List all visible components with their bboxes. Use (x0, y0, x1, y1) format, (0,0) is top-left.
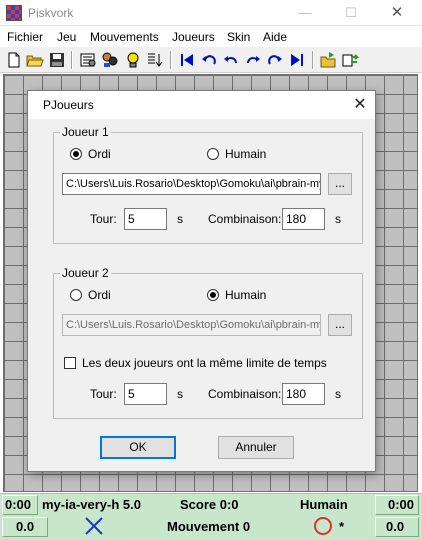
player2-group: Joueur 2 Ordi Humain C:\Users\Luis.Rosar… (53, 266, 363, 419)
player2-human-radio[interactable] (207, 289, 219, 301)
toolbar-separator (71, 51, 73, 69)
status-panel: 0:00 my-ia-very-h 5.0 Score 0:0 Humain 0… (0, 493, 422, 540)
first-move-icon[interactable] (178, 51, 196, 69)
left-time: 0:00 (5, 497, 32, 512)
maximize-button[interactable]: ☐ (328, 0, 374, 26)
app-icon (6, 5, 22, 21)
redo-all-icon[interactable] (266, 51, 284, 69)
new-file-icon[interactable] (5, 51, 23, 69)
player1-combination-unit: s (335, 212, 341, 226)
player2-browse-button[interactable]: ... (328, 314, 352, 336)
player2-combination-input[interactable]: 180 (282, 383, 325, 405)
left-value: 0.0 (16, 519, 35, 534)
menu-bar: Fichier Jeu Mouvements Joueurs Skin Aide (0, 27, 422, 46)
player1-combination-label: Combinaison: (208, 212, 282, 226)
same-time-limit-checkbox[interactable] (64, 357, 76, 369)
players-icon[interactable] (101, 51, 119, 69)
import-arrow-icon[interactable] (320, 51, 338, 69)
player2-computer-label[interactable]: Ordi (88, 288, 111, 302)
bulb-hint-icon[interactable] (124, 51, 142, 69)
player2-turn-label: Tour: (90, 387, 117, 401)
player1-turn-label: Tour: (90, 212, 117, 226)
player1-computer-label[interactable]: Ordi (88, 147, 111, 161)
redo-icon[interactable] (244, 51, 262, 69)
circle-icon (314, 517, 332, 535)
close-window-button[interactable]: ✕ (374, 0, 420, 26)
player1-group: Joueur 1 Ordi Humain C:\Users\Luis.Rosar… (53, 125, 363, 244)
players-dialog: PJoueurs ✕ Joueur 1 Ordi Humain C:\Users… (27, 90, 376, 472)
title-bar: Piskvork — ☐ ✕ (0, 0, 422, 26)
player2-group-label: Joueur 2 (60, 266, 111, 280)
toolbar (0, 47, 422, 73)
dialog-close-button[interactable]: ✕ (349, 95, 371, 115)
player1-combination-input[interactable]: 180 (282, 208, 325, 230)
export-arrow-icon[interactable] (342, 51, 360, 69)
player2-computer-radio[interactable] (70, 289, 82, 301)
player1-browse-button[interactable]: ... (328, 173, 352, 195)
toolbar-separator (312, 51, 314, 69)
undo-all-icon[interactable] (200, 51, 218, 69)
sort-down-icon[interactable] (146, 51, 164, 69)
player2-turn-input[interactable]: 5 (124, 383, 167, 405)
ai-name: my-ia-very-h 5.0 (42, 497, 141, 512)
same-time-limit-label[interactable]: Les deux joueurs ont la même limite de t… (82, 356, 327, 370)
settings-icon[interactable] (79, 51, 97, 69)
cancel-button[interactable]: Annuler (218, 436, 294, 459)
menu-joueurs[interactable]: Joueurs (172, 30, 215, 44)
menu-jeu[interactable]: Jeu (57, 30, 76, 44)
player2-combination-unit: s (335, 387, 341, 401)
menu-mouvements[interactable]: Mouvements (90, 30, 159, 44)
menu-aide[interactable]: Aide (263, 30, 287, 44)
player1-human-radio[interactable] (207, 148, 219, 160)
window-title: Piskvork (28, 6, 74, 20)
right-time: 0:00 (388, 497, 415, 512)
player2-combination-label: Combinaison: (208, 387, 282, 401)
player2-path-input: C:\Users\Luis.Rosario\Desktop\Gomoku\ai\… (62, 314, 321, 336)
menu-skin[interactable]: Skin (227, 30, 250, 44)
current-turn-marker: * (339, 519, 345, 534)
player1-computer-radio[interactable] (70, 148, 82, 160)
save-icon[interactable] (48, 51, 66, 69)
player1-human-label[interactable]: Humain (225, 147, 266, 161)
player2-human-label[interactable]: Humain (225, 288, 266, 302)
last-move-icon[interactable] (288, 51, 306, 69)
player1-path-input[interactable]: C:\Users\Luis.Rosario\Desktop\Gomoku\ai\… (62, 173, 321, 195)
right-value: 0.0 (386, 519, 405, 534)
move-counter: Mouvement 0 (167, 519, 251, 534)
ok-button[interactable]: OK (100, 436, 176, 459)
open-folder-icon[interactable] (26, 51, 44, 69)
toolbar-separator (170, 51, 172, 69)
minimize-button[interactable]: — (282, 0, 328, 26)
dialog-title: PJoueurs (43, 98, 94, 112)
right-player-name: Humain (300, 497, 348, 512)
menu-fichier[interactable]: Fichier (7, 30, 43, 44)
player2-turn-unit: s (177, 387, 183, 401)
player1-turn-unit: s (177, 212, 183, 226)
player1-turn-input[interactable]: 5 (124, 208, 167, 230)
score: Score 0:0 (180, 497, 239, 512)
cross-icon (85, 517, 103, 535)
player1-group-label: Joueur 1 (60, 125, 111, 139)
undo-icon[interactable] (222, 51, 240, 69)
dialog-title-bar: PJoueurs ✕ (28, 91, 375, 119)
